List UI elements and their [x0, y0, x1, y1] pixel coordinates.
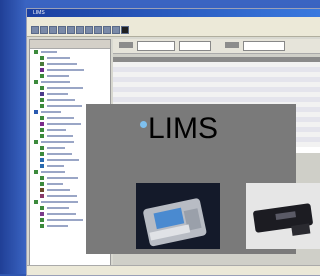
toolbar	[27, 24, 320, 37]
handheld-device-image	[136, 183, 220, 249]
tree-item-icon	[40, 92, 44, 96]
tree-item-label	[41, 201, 78, 203]
tree-item-label	[47, 219, 83, 221]
tree-item-label	[47, 117, 74, 119]
tree-item-label	[47, 207, 69, 209]
tree-item-icon	[40, 128, 44, 132]
tree-item-label	[41, 171, 65, 173]
tree-item-label	[47, 93, 68, 95]
toolbar-button[interactable]	[58, 26, 66, 34]
tree-item-label	[47, 123, 81, 125]
tree-item-icon	[40, 164, 44, 168]
tree-item-label	[47, 177, 78, 179]
tree-item-label	[47, 147, 65, 149]
tree-item-label	[47, 159, 79, 161]
tree-item-icon	[40, 224, 44, 228]
toolbar-button[interactable]	[103, 26, 111, 34]
tree-item-icon	[40, 98, 44, 102]
toolbar-button[interactable]	[94, 26, 102, 34]
tree-item-icon	[40, 122, 44, 126]
scanner-device-image	[246, 183, 320, 249]
tree-item-icon	[40, 116, 44, 120]
tree-item-label	[47, 129, 66, 131]
filter-label	[225, 42, 239, 48]
toolbar-button[interactable]	[112, 26, 120, 34]
tree-item-label	[47, 57, 70, 59]
filter-bar	[113, 39, 320, 54]
tree-item-label	[47, 213, 76, 215]
tree-item-label	[47, 189, 70, 191]
tree-item-icon	[40, 62, 44, 66]
tree-item-icon	[34, 50, 38, 54]
tree-item-icon	[40, 194, 44, 198]
tree-item-icon	[40, 104, 44, 108]
tree-item-label	[47, 69, 84, 71]
tree-item-label	[47, 165, 64, 167]
tree-item-label	[47, 153, 72, 155]
toolbar-button[interactable]	[49, 26, 57, 34]
tree-item-icon	[40, 212, 44, 216]
menu-bar: File Edit View Tools Window Help	[27, 17, 320, 31]
slide-left-strip	[0, 0, 26, 274]
tree-item-label	[47, 225, 68, 227]
tree-item-icon	[40, 158, 44, 162]
filter-field[interactable]	[179, 41, 211, 51]
tree-item-icon	[40, 176, 44, 180]
tree-item-icon	[34, 170, 38, 174]
tree-item-icon	[40, 146, 44, 150]
toolbar-button[interactable]	[67, 26, 75, 34]
scanner-device-photo	[246, 183, 320, 249]
toolbar-button[interactable]	[76, 26, 84, 34]
tree-item-label	[47, 63, 77, 65]
window-titlebar: LIMS	[27, 9, 320, 17]
tree-item-label	[47, 87, 83, 89]
tree-item-label	[41, 111, 61, 113]
window-title: LIMS	[33, 10, 45, 16]
tree-item-label	[41, 81, 70, 83]
tree-item-icon	[40, 68, 44, 72]
handheld-device-photo	[136, 183, 220, 249]
bullet-icon	[140, 121, 147, 128]
toolbar-button[interactable]	[40, 26, 48, 34]
tree-item-label	[47, 75, 69, 77]
slide-bullet-text: LIMS	[148, 112, 219, 145]
tree-item-label	[47, 135, 73, 137]
tree-item-icon	[40, 182, 44, 186]
tree-item-icon	[34, 110, 38, 114]
tree-item-label	[47, 183, 63, 185]
tree-item-icon	[40, 74, 44, 78]
tree-item-icon	[40, 152, 44, 156]
tree-item-icon	[40, 86, 44, 90]
filter-field[interactable]	[137, 41, 175, 51]
tree-item-icon	[40, 56, 44, 60]
tree-item-label	[41, 51, 57, 53]
tree-item-icon	[40, 218, 44, 222]
tree-item-label	[41, 141, 74, 143]
tree-item-icon	[34, 80, 38, 84]
toolbar-button[interactable]	[31, 26, 39, 34]
tree-item-icon	[40, 206, 44, 210]
tree-item-label	[47, 99, 75, 101]
tree-item-icon	[34, 200, 38, 204]
filter-label	[119, 42, 133, 48]
tree-item-icon	[40, 188, 44, 192]
toolbar-button[interactable]	[121, 26, 129, 34]
tree-item-label	[47, 105, 82, 107]
filter-field[interactable]	[243, 41, 285, 51]
tree-item-icon	[40, 134, 44, 138]
tree-item-icon	[34, 140, 38, 144]
tree-item-label	[47, 195, 77, 197]
toolbar-button[interactable]	[85, 26, 93, 34]
tree-header	[30, 40, 110, 49]
